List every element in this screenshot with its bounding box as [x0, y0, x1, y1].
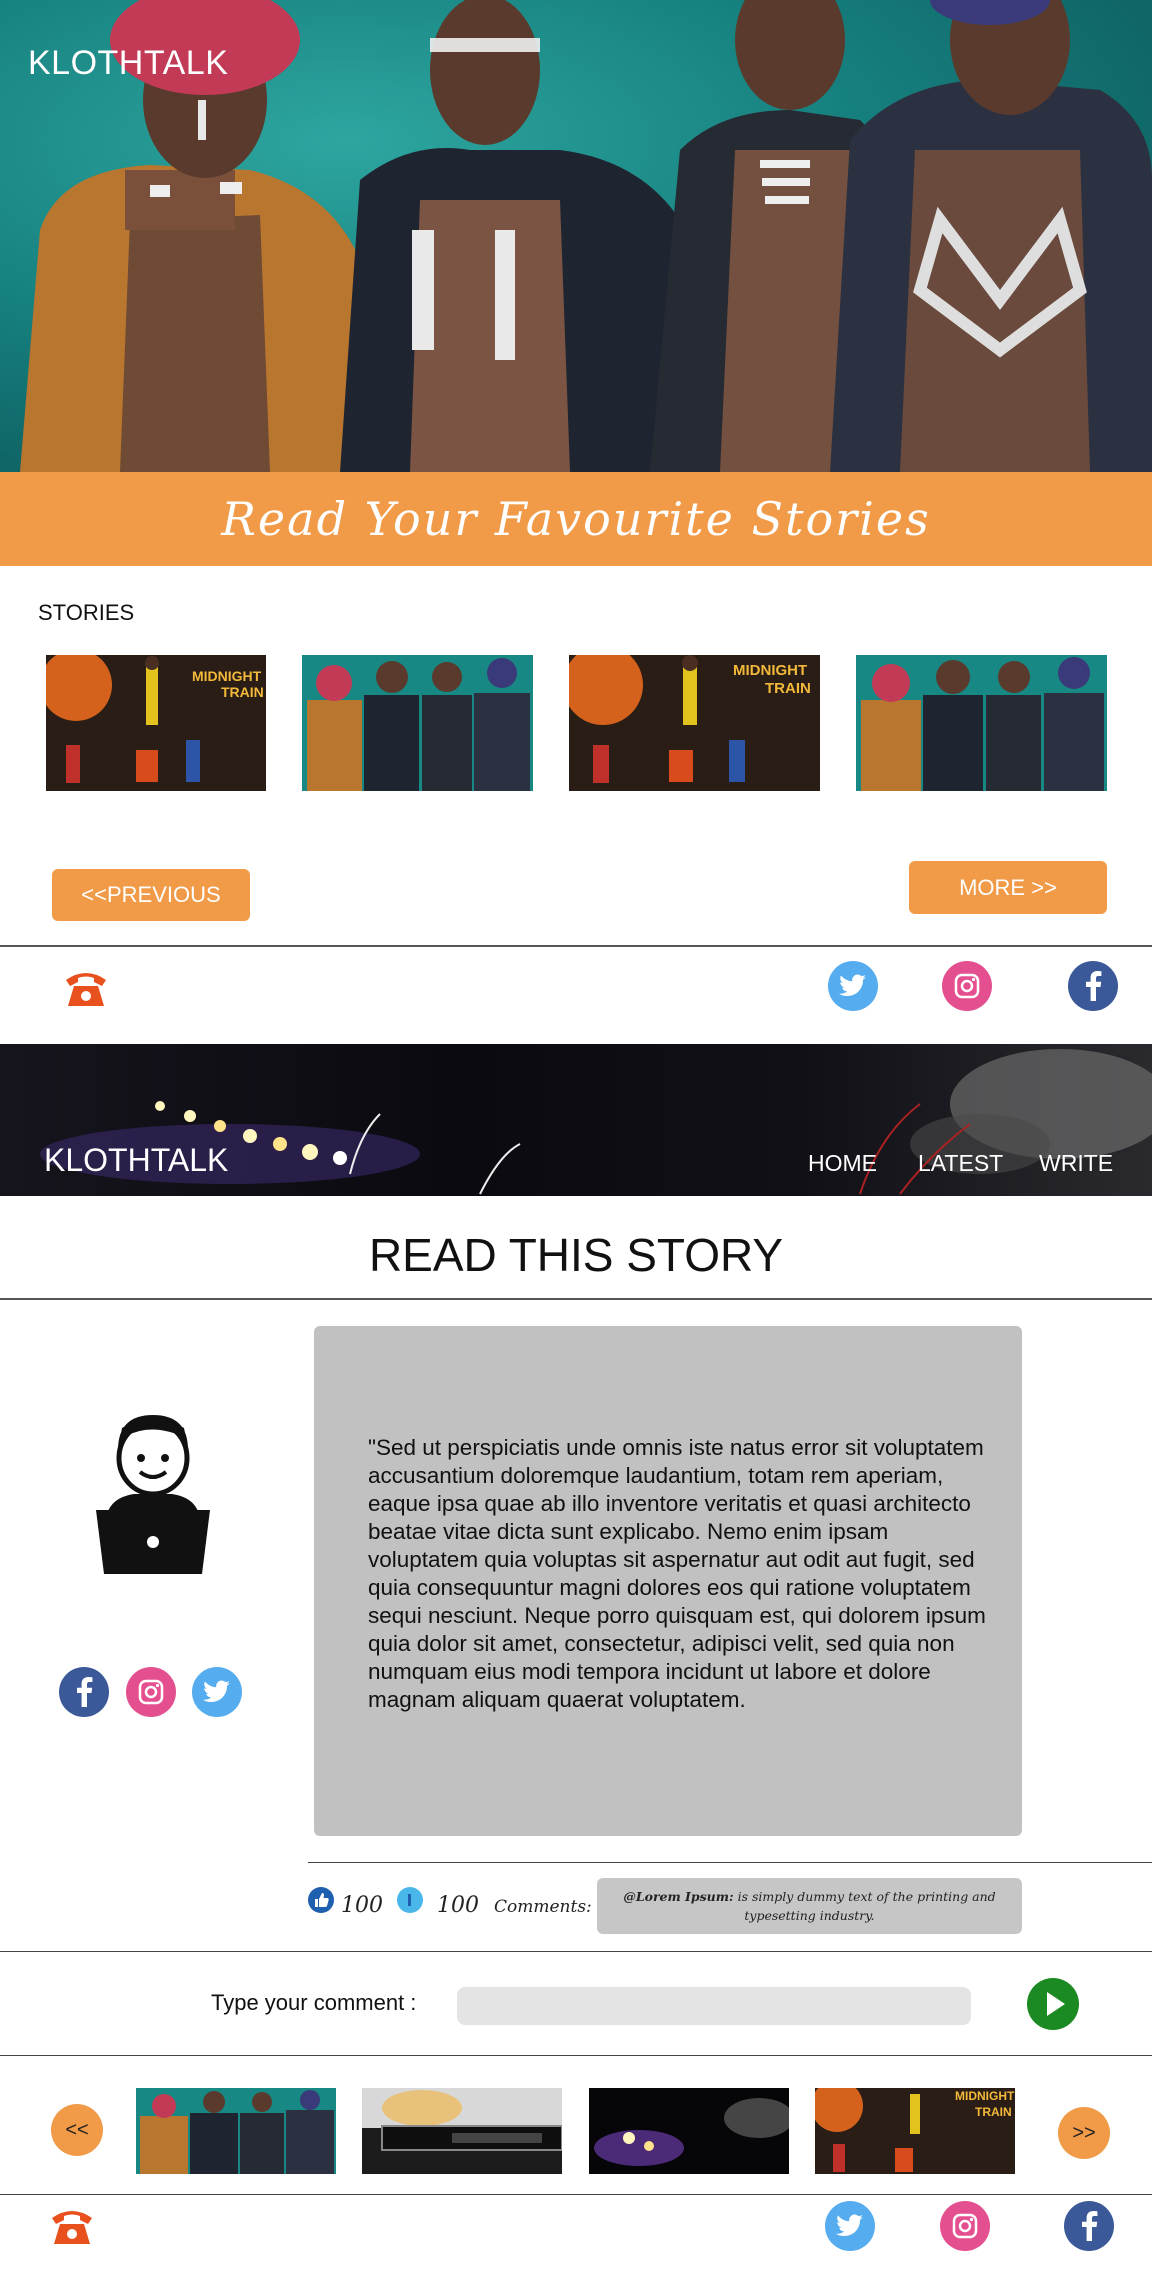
divider — [308, 1862, 1152, 1863]
comments-label: Comments: — [494, 1897, 592, 1917]
facebook-icon[interactable] — [1064, 2201, 1114, 2251]
story-thumbnail-midnight-train-2[interactable]: MIDNIGHT TRAIN — [569, 655, 820, 791]
comment-form-label: Type your comment : — [211, 1990, 417, 2015]
carousel-thumbnail-concert[interactable] — [589, 2088, 789, 2174]
story-thumbnail-group-portrait[interactable] — [302, 655, 533, 791]
svg-text:MIDNIGHT: MIDNIGHT — [192, 668, 262, 684]
svg-text:MIDNIGHT: MIDNIGHT — [733, 662, 807, 679]
phone-icon[interactable] — [62, 966, 110, 1010]
nav-home[interactable]: HOME — [808, 1150, 877, 1177]
guitar-stage-illustration — [362, 2088, 562, 2174]
comment-input[interactable] — [457, 1987, 971, 2025]
comment-text: is simply dummy text of the printing and… — [733, 1889, 996, 1923]
instagram-icon[interactable] — [942, 961, 992, 1011]
thumbs-down-icon[interactable] — [397, 1887, 423, 1913]
stories-heading: STORIES — [38, 600, 135, 625]
svg-text:TRAIN: TRAIN — [765, 680, 811, 697]
divider — [0, 1298, 1152, 1300]
previous-button[interactable]: <<PREVIOUS — [52, 869, 250, 921]
instagram-icon[interactable] — [940, 2201, 990, 2251]
tagline-banner: Read Your Favourite Stories — [0, 472, 1152, 566]
poster-illustration: MIDNIGHT TRAIN — [569, 655, 820, 791]
carousel-thumbnail-midnight-train[interactable]: MIDNIGHT TRAIN — [815, 2088, 1015, 2174]
group-portrait-illustration — [136, 2088, 336, 2174]
nav-write[interactable]: WRITE — [1039, 1150, 1113, 1177]
comment-preview[interactable]: @Lorem Ipsum: is simply dummy text of th… — [597, 1878, 1022, 1934]
svg-text:TRAIN: TRAIN — [221, 684, 264, 700]
divider — [0, 2194, 1152, 2195]
more-button[interactable]: MORE >> — [909, 861, 1107, 914]
facebook-icon[interactable] — [1068, 961, 1118, 1011]
tagline-text: Read Your Favourite Stories — [221, 492, 931, 546]
story-thumbnail-midnight-train[interactable]: MIDNIGHT TRAIN — [46, 655, 266, 791]
author-twitter-icon[interactable] — [192, 1667, 242, 1717]
carousel-prev-button[interactable]: << — [51, 2104, 103, 2156]
author-instagram-icon[interactable] — [126, 1667, 176, 1717]
nav-latest[interactable]: LATEST — [918, 1150, 1003, 1177]
dislike-count: 100 — [437, 1893, 479, 1918]
story-card: "Sed ut perspiciatis unde omnis iste nat… — [314, 1326, 1022, 1836]
play-send-icon[interactable] — [1027, 1978, 1079, 2030]
svg-text:MIDNIGHT: MIDNIGHT — [955, 2089, 1015, 2103]
story-body: "Sed ut perspiciatis unde omnis iste nat… — [368, 1435, 986, 1712]
divider — [0, 1951, 1152, 1952]
concert-lights-illustration — [589, 2088, 789, 2174]
page-title: READ THIS STORY — [368, 1229, 784, 1281]
user-laptop-icon — [88, 1410, 218, 1580]
phone-icon[interactable] — [48, 2204, 96, 2248]
twitter-icon[interactable] — [825, 2201, 875, 2251]
carousel-thumbnail-guitar[interactable] — [362, 2088, 562, 2174]
carousel-thumbnail-group-portrait[interactable] — [136, 2088, 336, 2174]
comment-author: @Lorem Ipsum: — [623, 1889, 734, 1904]
group-portrait-illustration — [856, 655, 1107, 791]
divider — [0, 2055, 1152, 2056]
twitter-icon[interactable] — [828, 961, 878, 1011]
divider — [0, 945, 1152, 947]
author-facebook-icon[interactable] — [59, 1667, 109, 1717]
group-portrait-illustration — [302, 655, 533, 791]
thumbs-up-icon[interactable] — [308, 1887, 334, 1913]
story-thumbnail-group-portrait-2[interactable] — [856, 655, 1107, 791]
poster-illustration: MIDNIGHT TRAIN — [815, 2088, 1015, 2174]
like-count: 100 — [341, 1893, 383, 1918]
poster-illustration: MIDNIGHT TRAIN — [46, 655, 266, 791]
hero-brand-logo[interactable]: KLOTHTALK — [28, 44, 228, 83]
story-header-brand[interactable]: KLOTHTALK — [44, 1142, 228, 1179]
svg-text:TRAIN: TRAIN — [975, 2105, 1012, 2119]
carousel-next-button[interactable]: >> — [1058, 2107, 1110, 2159]
